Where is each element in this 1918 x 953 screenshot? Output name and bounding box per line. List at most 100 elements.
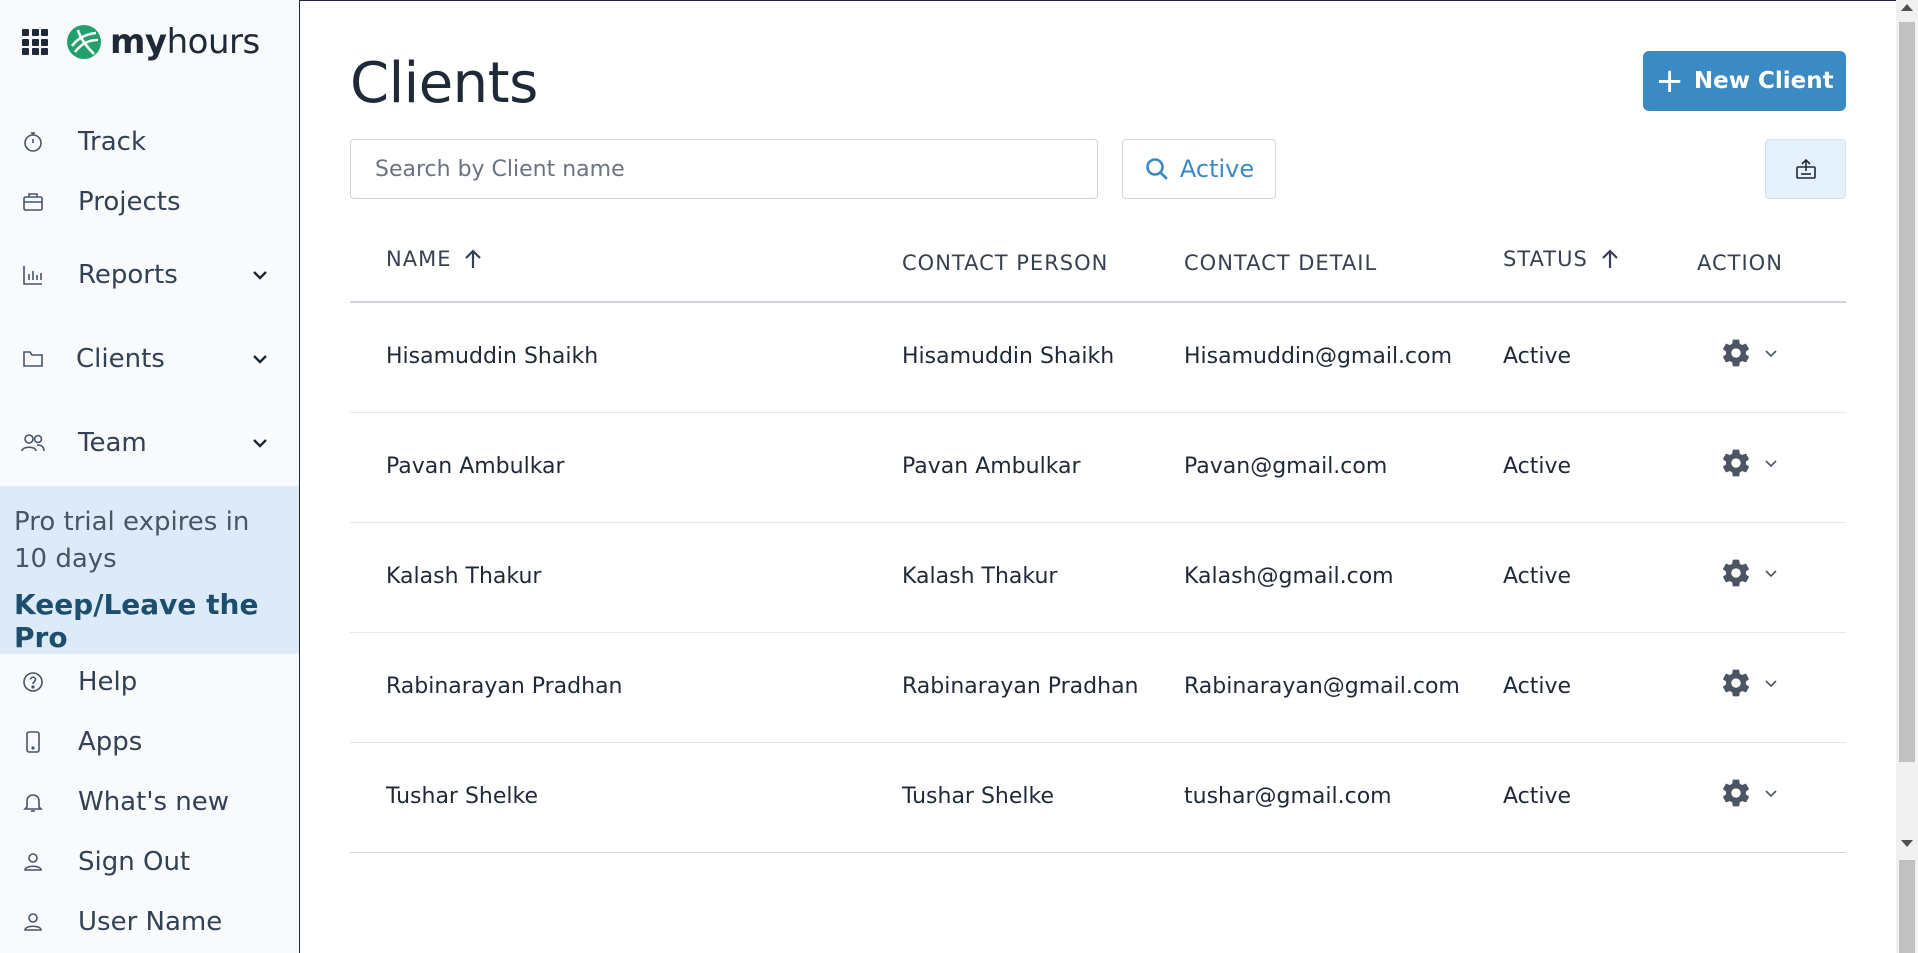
sidebar-item-track[interactable]: Track: [0, 118, 299, 166]
row-action-menu[interactable]: [1720, 557, 1778, 589]
sidebar-item-clients[interactable]: Clients: [0, 335, 299, 383]
sidebar-item-label: Reports: [78, 260, 178, 290]
table-row[interactable]: Rabinarayan Pradhan Rabinarayan Pradhan …: [350, 633, 1846, 743]
contact-detail: Kalash@gmail.com: [1184, 564, 1394, 589]
client-name[interactable]: Hisamuddin Shaikh: [386, 344, 598, 369]
chevron-down-icon[interactable]: [251, 350, 269, 368]
chevron-down-icon: [1765, 460, 1777, 468]
scrollbar-track-lower[interactable]: [1899, 860, 1915, 953]
table-row[interactable]: Kalash Thakur Kalash Thakur Kalash@gmail…: [350, 523, 1846, 633]
sidebar-item-projects[interactable]: Projects: [0, 178, 299, 226]
status-text: Active: [1503, 784, 1572, 809]
gear-icon: [1723, 449, 1749, 477]
status-text: Active: [1503, 344, 1572, 369]
table-header: NAME CONTACT PERSON CONTACT DETAIL STATU…: [350, 233, 1846, 303]
column-header-action: ACTION: [1697, 251, 1783, 275]
new-client-button[interactable]: + New Client: [1643, 51, 1846, 111]
row-action-menu[interactable]: [1720, 777, 1778, 809]
chevron-down-icon[interactable]: [251, 266, 269, 284]
row-action-menu[interactable]: [1720, 337, 1778, 369]
sidebar-item-label: Help: [78, 667, 138, 697]
sort-ascending-icon: [1602, 249, 1618, 268]
briefcase-icon: [20, 189, 46, 215]
apps-grid-icon[interactable]: [22, 29, 48, 55]
client-name[interactable]: Tushar Shelke: [386, 784, 538, 809]
contact-detail: tushar@gmail.com: [1184, 784, 1392, 809]
gear-icon: [1723, 559, 1749, 587]
client-name[interactable]: Kalash Thakur: [386, 564, 541, 589]
sort-ascending-icon: [465, 249, 482, 268]
sidebar: myhours Track Projects Reports Clients T…: [0, 0, 300, 953]
search-input[interactable]: [350, 139, 1098, 199]
sidebar-item-label: Track: [78, 127, 147, 157]
contact-detail: Hisamuddin@gmail.com: [1184, 344, 1453, 369]
bell-icon: [20, 789, 46, 815]
row-action-menu[interactable]: [1720, 447, 1778, 479]
user-icon: [20, 909, 46, 935]
sidebar-item-sign-out[interactable]: Sign Out: [0, 838, 299, 886]
sidebar-item-label: Sign Out: [78, 847, 191, 877]
page-title: Clients: [350, 51, 538, 116]
scroll-down-arrow-icon[interactable]: [1901, 840, 1913, 847]
contact-person: Kalash Thakur: [902, 564, 1058, 589]
sidebar-item-user-name[interactable]: User Name: [0, 898, 299, 946]
status-text: Active: [1503, 674, 1572, 699]
help-circle-icon: [20, 669, 46, 695]
contact-person: Rabinarayan Pradhan: [902, 674, 1139, 699]
chevron-down-icon: [1765, 570, 1777, 578]
status-filter-label: Active: [1179, 155, 1255, 183]
sidebar-item-whats-new[interactable]: What's new: [0, 778, 299, 826]
mobile-icon: [20, 729, 46, 755]
export-button[interactable]: [1765, 139, 1846, 199]
contact-detail: Rabinarayan@gmail.com: [1184, 674, 1460, 699]
status-text: Active: [1503, 564, 1572, 589]
folder-icon: [20, 346, 46, 372]
column-header-status[interactable]: STATUS: [1503, 247, 1620, 271]
status-filter-button[interactable]: Active: [1122, 139, 1276, 199]
column-header-name[interactable]: NAME: [386, 247, 483, 271]
main-content: Clients + New Client Active NAME CONTACT…: [300, 0, 1896, 953]
client-name[interactable]: Rabinarayan Pradhan: [386, 674, 623, 699]
column-header-contact-detail[interactable]: CONTACT DETAIL: [1184, 251, 1377, 275]
sidebar-item-team[interactable]: Team: [0, 419, 299, 467]
contact-person: Hisamuddin Shaikh: [902, 344, 1115, 369]
sidebar-item-label: Clients: [76, 344, 165, 374]
bar-chart-icon: [20, 262, 46, 288]
keep-leave-pro-link[interactable]: Keep/Leave the Pro: [14, 588, 285, 654]
client-name[interactable]: Pavan Ambulkar: [386, 454, 565, 479]
contact-detail: Pavan@gmail.com: [1184, 454, 1388, 479]
new-client-label: New Client: [1693, 68, 1834, 94]
sidebar-item-label: Team: [78, 428, 147, 458]
status-text: Active: [1503, 454, 1572, 479]
chevron-down-icon: [1765, 790, 1777, 798]
chevron-down-icon: [1765, 350, 1777, 358]
sidebar-item-label: Apps: [78, 727, 143, 757]
plus-icon: +: [1655, 61, 1684, 101]
table-row[interactable]: Pavan Ambulkar Pavan Ambulkar Pavan@gmai…: [350, 413, 1846, 523]
myhours-logo-icon: [67, 25, 101, 59]
column-header-contact-person[interactable]: CONTACT PERSON: [902, 251, 1108, 275]
stopwatch-icon: [20, 129, 46, 155]
sidebar-item-label: User Name: [78, 907, 223, 937]
brand-name: myhours: [110, 22, 260, 62]
sidebar-item-help[interactable]: Help: [0, 658, 299, 706]
table-body: Hisamuddin Shaikh Hisamuddin Shaikh Hisa…: [350, 303, 1846, 853]
table-row[interactable]: Tushar Shelke Tushar Shelke tushar@gmail…: [350, 743, 1846, 853]
user-icon: [20, 849, 46, 875]
sidebar-item-label: What's new: [78, 787, 230, 817]
chevron-down-icon[interactable]: [251, 434, 269, 452]
sidebar-item-label: Projects: [78, 187, 181, 217]
sidebar-item-reports[interactable]: Reports: [0, 251, 299, 299]
table-row[interactable]: Hisamuddin Shaikh Hisamuddin Shaikh Hisa…: [350, 303, 1846, 413]
contact-person: Pavan Ambulkar: [902, 454, 1081, 479]
scrollbar-thumb[interactable]: [1899, 22, 1915, 762]
pro-trial-banner: Pro trial expires in 10 days Keep/Leave …: [0, 486, 299, 654]
gear-icon: [1723, 669, 1749, 697]
row-action-menu[interactable]: [1720, 667, 1778, 699]
brand: myhours: [22, 22, 260, 62]
sidebar-item-apps[interactable]: Apps: [0, 718, 299, 766]
users-icon: [20, 430, 46, 456]
export-icon: [1795, 158, 1816, 179]
vertical-scrollbar[interactable]: [1896, 0, 1918, 953]
scroll-up-arrow-icon[interactable]: [1901, 4, 1913, 11]
